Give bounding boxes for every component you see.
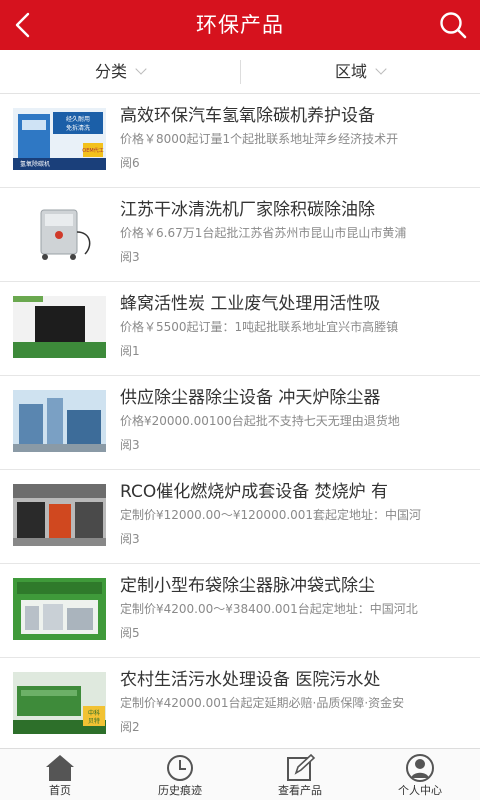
product-info: 价格¥20000.00100台起批不支持七天无理由退货地 <box>120 414 400 428</box>
view-count: 阅3 <box>120 532 140 546</box>
filter-bar: 分类 区域 <box>0 50 480 94</box>
top-header: 环保产品 <box>0 0 480 50</box>
product-info: 价格￥5500起订量：1吨起批联系地址宜兴市高塍镇 <box>120 320 399 334</box>
tab-profile[interactable]: 个人中心 <box>360 749 480 800</box>
svg-text:氢氧除碳机: 氢氧除碳机 <box>20 160 50 168</box>
product-image: 经久耐用 免拆清洗 氢氧除碳机 OEM代工 <box>13 108 106 170</box>
svg-text:OEM代工: OEM代工 <box>82 147 103 154</box>
bottom-tab-bar: 首页 历史痕迹 查看产品 个人中心 <box>0 748 480 800</box>
region-filter-label: 区域 <box>334 62 367 81</box>
product-image <box>13 296 106 358</box>
svg-text:贝特: 贝特 <box>88 717 100 725</box>
home-icon <box>46 755 74 781</box>
view-count: 阅2 <box>120 720 140 734</box>
product-name: 定制小型布袋除尘器脉冲袋式除尘 <box>120 576 375 596</box>
tab-label: 查看产品 <box>278 784 322 797</box>
product-info: 价格￥8000起订量1个起批联系地址萍乡经济技术开 <box>120 132 399 146</box>
category-filter[interactable]: 分类 <box>0 50 240 94</box>
list-item[interactable]: 中科 贝特 农村生活污水处理设备 医院污水处 定制价¥42000.001台起定延… <box>0 658 480 748</box>
category-filter-label: 分类 <box>94 62 127 81</box>
tab-history[interactable]: 历史痕迹 <box>120 749 240 800</box>
list-item[interactable]: 江苏干冰清洗机厂家除积碳除油除 价格￥6.67万1台起批江苏省苏州市昆山市昆山市… <box>0 188 480 282</box>
svg-text:免拆清洗: 免拆清洗 <box>66 124 90 132</box>
product-name: 供应除尘器除尘设备 冲天炉除尘器 <box>120 388 381 408</box>
edit-icon <box>287 753 316 781</box>
tab-label: 个人中心 <box>398 784 442 797</box>
product-image <box>13 202 106 264</box>
page-title: 环保产品 <box>196 13 284 37</box>
region-filter[interactable]: 区域 <box>240 50 480 94</box>
product-info: 价格￥6.67万1台起批江苏省苏州市昆山市昆山市黄浦 <box>120 226 407 240</box>
product-image <box>13 390 106 452</box>
svg-text:中科: 中科 <box>88 709 100 717</box>
product-name: RCO催化燃烧炉成套设备 焚烧炉 有 <box>120 482 389 502</box>
list-item[interactable]: 供应除尘器除尘设备 冲天炉除尘器 价格¥20000.00100台起批不支持七天无… <box>0 376 480 470</box>
tab-home[interactable]: 首页 <box>0 749 120 800</box>
view-count: 阅5 <box>120 626 140 640</box>
clock-icon <box>167 755 193 781</box>
product-info: 定制价¥42000.001台起定延期必赔·品质保障·资金安 <box>120 696 405 710</box>
list-item[interactable]: RCO催化燃烧炉成套设备 焚烧炉 有 定制价¥12000.00～¥120000.… <box>0 470 480 564</box>
product-name: 蜂窝活性炭 工业废气处理用活性吸 <box>120 294 381 314</box>
product-info: 定制价¥12000.00～¥120000.001套起定地址：中国河 <box>120 508 422 522</box>
list-item[interactable]: 定制小型布袋除尘器脉冲袋式除尘 定制价¥4200.00～¥38400.001台起… <box>0 564 480 658</box>
tab-label: 历史痕迹 <box>158 784 202 797</box>
product-image: 中科 贝特 <box>13 672 106 734</box>
user-icon <box>406 754 434 782</box>
list-item[interactable]: 经久耐用 免拆清洗 氢氧除碳机 OEM代工 高效环保汽车氢氧除碳机养护设备 价格… <box>0 94 480 188</box>
tab-label: 首页 <box>49 784 71 797</box>
view-count: 阅1 <box>120 344 140 358</box>
product-info: 定制价¥4200.00～¥38400.001台起定地址：中国河北 <box>120 602 418 616</box>
view-count: 阅6 <box>120 156 140 170</box>
product-name: 农村生活污水处理设备 医院污水处 <box>120 670 381 690</box>
product-name: 江苏干冰清洗机厂家除积碳除油除 <box>120 200 375 220</box>
search-icon[interactable] <box>438 10 468 40</box>
product-name: 高效环保汽车氢氧除碳机养护设备 <box>120 106 375 126</box>
product-list: 经久耐用 免拆清洗 氢氧除碳机 OEM代工 高效环保汽车氢氧除碳机养护设备 价格… <box>0 94 480 748</box>
chevron-down-icon <box>135 63 147 75</box>
svg-text:经久耐用: 经久耐用 <box>66 115 90 123</box>
chevron-down-icon <box>375 63 387 75</box>
tab-products[interactable]: 查看产品 <box>240 749 360 800</box>
product-image <box>13 484 106 546</box>
view-count: 阅3 <box>120 250 140 264</box>
product-image <box>13 578 106 640</box>
list-item[interactable]: 蜂窝活性炭 工业废气处理用活性吸 价格￥5500起订量：1吨起批联系地址宜兴市高… <box>0 282 480 376</box>
view-count: 阅3 <box>120 438 140 452</box>
